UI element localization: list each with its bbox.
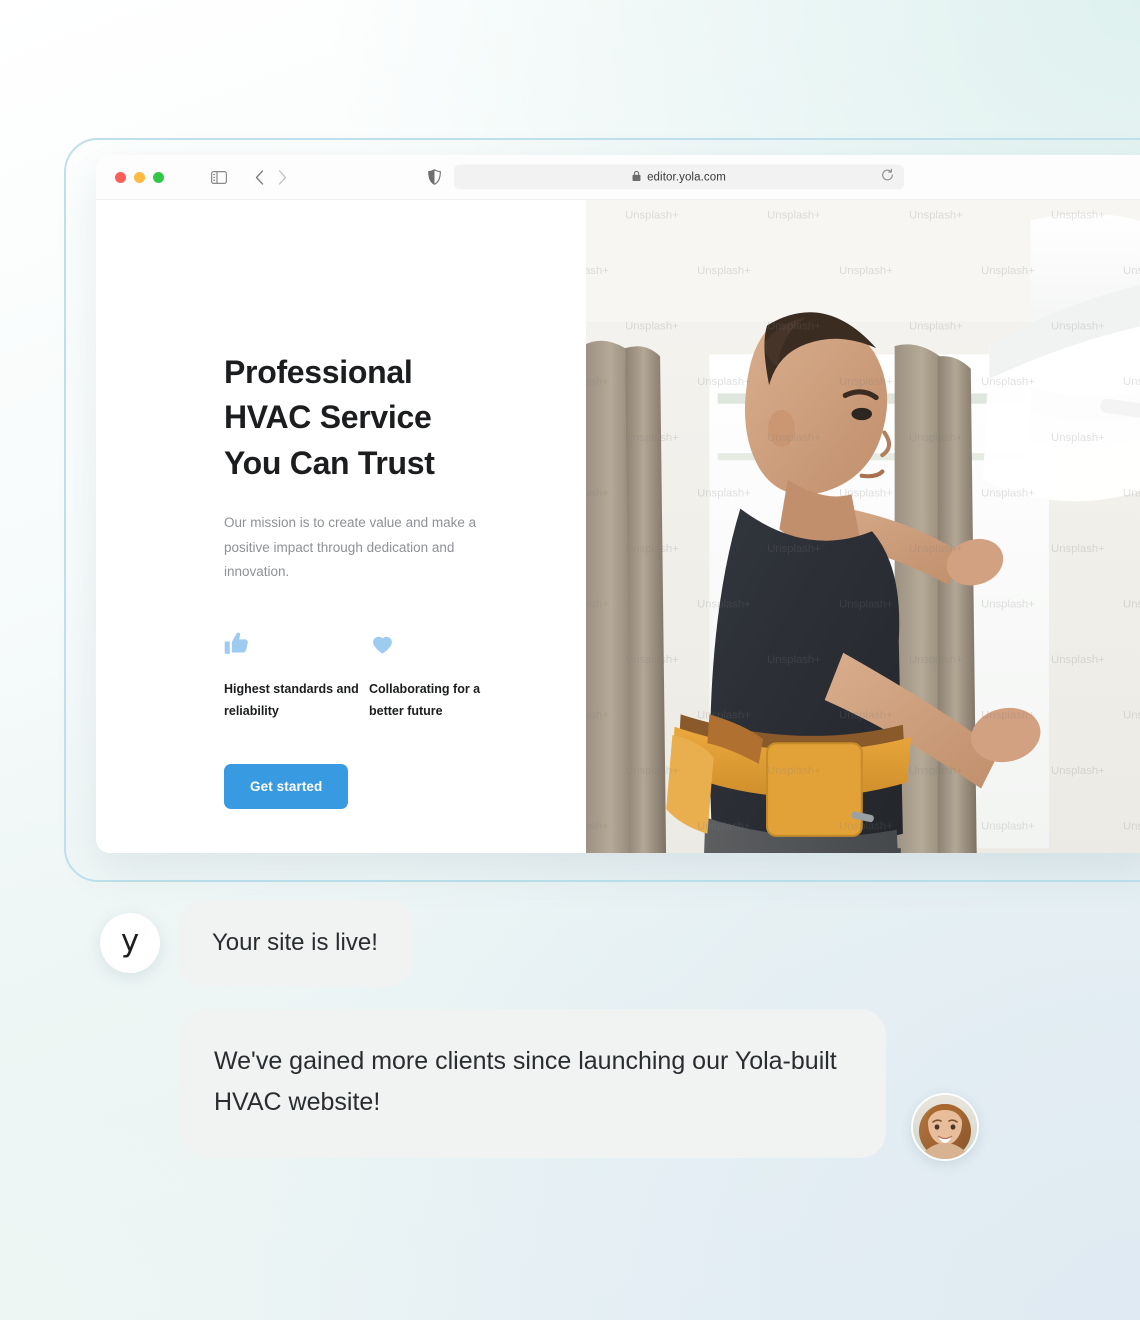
svg-text:Unsplash+: Unsplash+ bbox=[1051, 543, 1105, 555]
feature-label: Highest standards and reliability bbox=[224, 682, 359, 718]
yola-logo-avatar: y bbox=[100, 913, 160, 974]
svg-text:Unsplash+: Unsplash+ bbox=[1123, 821, 1140, 833]
svg-text:Unsplash+: Unsplash+ bbox=[625, 765, 679, 777]
svg-text:Unsplash+: Unsplash+ bbox=[1123, 265, 1140, 277]
svg-text:Unsplash+: Unsplash+ bbox=[981, 710, 1035, 722]
svg-text:Unsplash+: Unsplash+ bbox=[909, 654, 963, 666]
svg-text:Unsplash+: Unsplash+ bbox=[981, 598, 1035, 610]
browser-toolbar: editor.yola.com bbox=[96, 155, 1140, 200]
svg-text:Unsplash+: Unsplash+ bbox=[586, 821, 609, 833]
svg-text:Unsplash+: Unsplash+ bbox=[839, 265, 893, 277]
svg-text:Unsplash+: Unsplash+ bbox=[767, 543, 821, 555]
svg-text:Unsplash+: Unsplash+ bbox=[586, 487, 609, 499]
hero-copy: Professional HVAC Service You Can Trust … bbox=[224, 350, 514, 809]
close-window-button[interactable] bbox=[115, 171, 126, 183]
url-text: editor.yola.com bbox=[647, 171, 726, 183]
window-traffic-lights[interactable] bbox=[115, 171, 164, 183]
svg-text:Unsplash+: Unsplash+ bbox=[981, 821, 1035, 833]
browser-window: editor.yola.com Professional HVAC Servic… bbox=[96, 155, 1140, 853]
svg-text:Unsplash+: Unsplash+ bbox=[697, 487, 751, 499]
svg-text:Unsplash+: Unsplash+ bbox=[839, 598, 893, 610]
feature-list: Highest standards and reliability Collab… bbox=[224, 629, 514, 722]
svg-text:Unsplash+: Unsplash+ bbox=[909, 432, 963, 444]
svg-text:Unsplash+: Unsplash+ bbox=[1051, 765, 1105, 777]
hero-subcopy: Our mission is to create value and make … bbox=[224, 515, 477, 580]
svg-text:Unsplash+: Unsplash+ bbox=[1123, 598, 1140, 610]
headline-line-1: Professional bbox=[224, 354, 413, 390]
customer-avatar bbox=[911, 1092, 979, 1161]
svg-text:Unsplash+: Unsplash+ bbox=[909, 765, 963, 777]
hero-text-column: Professional HVAC Service You Can Trust … bbox=[96, 200, 586, 853]
minimize-window-button[interactable] bbox=[134, 171, 145, 183]
back-arrow-icon[interactable] bbox=[255, 169, 264, 185]
svg-text:Unsplash+: Unsplash+ bbox=[625, 210, 679, 222]
svg-text:Unsplash+: Unsplash+ bbox=[767, 210, 821, 222]
svg-text:Unsplash+: Unsplash+ bbox=[767, 765, 821, 777]
feature-label: Collaborating for a better future bbox=[369, 682, 481, 718]
hero-image-column: Unsplash+ Unsplash+ Unsplash+ Unsplash+ Un… bbox=[586, 200, 1140, 853]
chat-message-row: We've gained more clients since launchin… bbox=[0, 1008, 1140, 1161]
svg-text:Unsplash+: Unsplash+ bbox=[909, 321, 963, 333]
chat-testimonials: y Your site is live! We've gained more c… bbox=[0, 900, 1140, 1161]
svg-text:Unsplash+: Unsplash+ bbox=[625, 543, 679, 555]
yola-logo-mark: y bbox=[120, 922, 140, 959]
chat-bubble-testimonial: We've gained more clients since launchin… bbox=[180, 1008, 886, 1158]
svg-text:Unsplash+: Unsplash+ bbox=[839, 710, 893, 722]
heart-icon bbox=[369, 629, 514, 657]
svg-text:Unsplash+: Unsplash+ bbox=[981, 487, 1035, 499]
svg-text:Unsplash+: Unsplash+ bbox=[839, 376, 893, 388]
maximize-window-button[interactable] bbox=[153, 171, 164, 183]
svg-text:Unsplash+: Unsplash+ bbox=[1051, 432, 1105, 444]
svg-text:Unsplash+: Unsplash+ bbox=[697, 710, 751, 722]
svg-text:Unsplash+: Unsplash+ bbox=[697, 821, 751, 833]
customer-photo bbox=[913, 1094, 977, 1159]
svg-text:Unsplash+: Unsplash+ bbox=[1051, 654, 1105, 666]
forward-arrow-icon[interactable] bbox=[278, 169, 287, 185]
chat-message-row: y Your site is live! bbox=[0, 900, 1140, 987]
svg-text:Unsplash+: Unsplash+ bbox=[586, 598, 609, 610]
hero-photo: Unsplash+ Unsplash+ Unsplash+ Unsplash+ Un… bbox=[586, 200, 1140, 853]
svg-text:Unsplash+: Unsplash+ bbox=[625, 654, 679, 666]
page-title: Professional HVAC Service You Can Trust bbox=[224, 350, 514, 486]
svg-text:Unsplash+: Unsplash+ bbox=[697, 598, 751, 610]
svg-text:Unsplash+: Unsplash+ bbox=[767, 432, 821, 444]
svg-text:Unsplash+: Unsplash+ bbox=[839, 487, 893, 499]
svg-text:Unsplash+: Unsplash+ bbox=[839, 821, 893, 833]
svg-text:Unsplash+: Unsplash+ bbox=[1051, 210, 1105, 222]
svg-text:Unsplash+: Unsplash+ bbox=[981, 376, 1035, 388]
svg-text:Unsplash+: Unsplash+ bbox=[586, 376, 609, 388]
url-bar[interactable]: editor.yola.com bbox=[454, 164, 904, 190]
headline-line-3: You Can Trust bbox=[224, 444, 435, 481]
get-started-button[interactable]: Get started bbox=[224, 764, 349, 809]
svg-text:Unsplash+: Unsplash+ bbox=[1123, 710, 1140, 722]
svg-text:Unsplash+: Unsplash+ bbox=[697, 376, 751, 388]
lock-icon bbox=[632, 168, 641, 186]
site-preview: Professional HVAC Service You Can Trust … bbox=[96, 200, 1140, 853]
privacy-shield-icon[interactable] bbox=[428, 169, 441, 185]
svg-text:Unsplash+: Unsplash+ bbox=[586, 710, 609, 722]
chat-bubble-status: Your site is live! bbox=[178, 900, 412, 987]
svg-text:Unsplash+: Unsplash+ bbox=[1123, 487, 1140, 499]
feature-item-collaboration: Collaborating for a better future bbox=[369, 629, 514, 722]
svg-text:Unsplash+: Unsplash+ bbox=[1123, 376, 1140, 388]
svg-text:Unsplash+: Unsplash+ bbox=[586, 265, 609, 277]
svg-text:Unsplash+: Unsplash+ bbox=[1051, 321, 1105, 333]
svg-text:Unsplash+: Unsplash+ bbox=[767, 654, 821, 666]
svg-text:Unsplash+: Unsplash+ bbox=[909, 543, 963, 555]
thumbs-up-icon bbox=[224, 629, 369, 657]
svg-text:Unsplash+: Unsplash+ bbox=[625, 321, 679, 333]
svg-text:Unsplash+: Unsplash+ bbox=[625, 432, 679, 444]
svg-text:Unsplash+: Unsplash+ bbox=[767, 321, 821, 333]
feature-item-standards: Highest standards and reliability bbox=[224, 629, 369, 722]
reload-icon[interactable] bbox=[881, 168, 894, 186]
svg-text:Unsplash+: Unsplash+ bbox=[909, 210, 963, 222]
headline-line-2: HVAC Service bbox=[224, 399, 432, 436]
sidebar-toggle-icon[interactable] bbox=[211, 170, 227, 184]
svg-text:Unsplash+: Unsplash+ bbox=[697, 265, 751, 277]
svg-text:Unsplash+: Unsplash+ bbox=[981, 265, 1035, 277]
